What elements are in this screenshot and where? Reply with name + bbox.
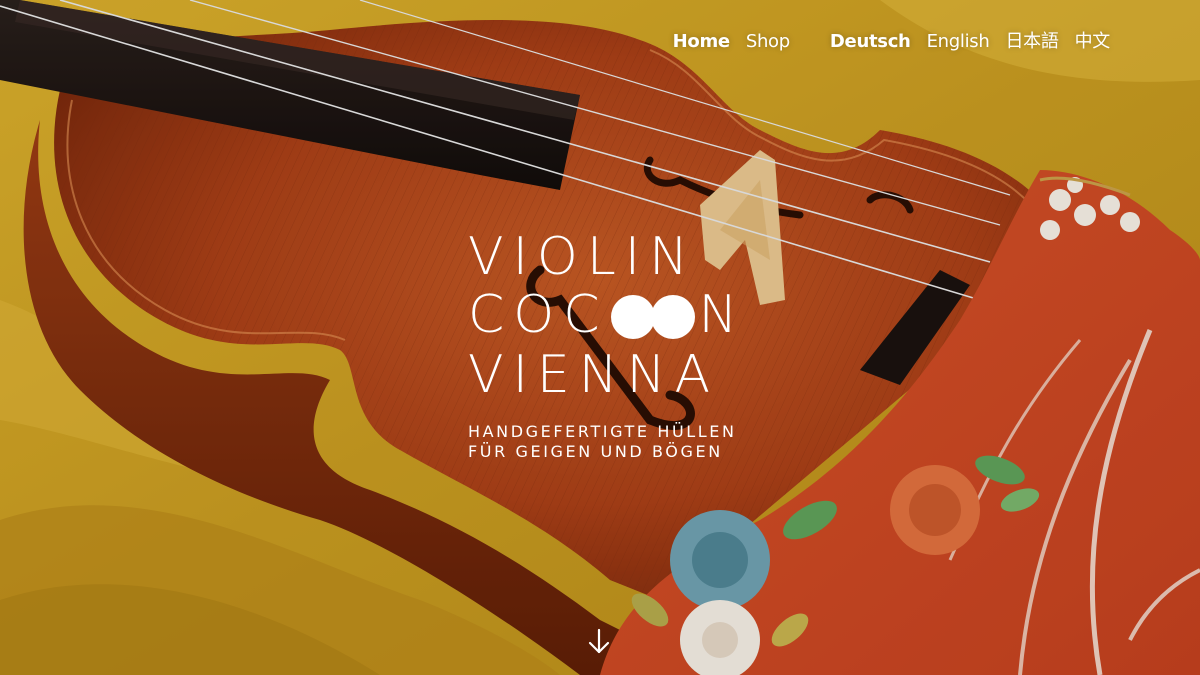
arrow-down-icon[interactable] (587, 628, 611, 656)
language-link-chinese[interactable]: 中文 (1075, 28, 1111, 56)
nav-link-home[interactable]: Home (673, 28, 731, 56)
logo-cocoon-suffix: N (698, 285, 747, 345)
logo-line-cocoon: COC N (468, 286, 746, 344)
logo-cocoon-prefix: COC (468, 285, 609, 345)
logo-line-vienna: VIENNA (468, 345, 720, 405)
logo-double-circle-mark (609, 286, 699, 344)
site-logo: VIOLIN COC N VIENNA HANDGEFERTIGTE HÜLLEN… (468, 228, 738, 468)
hero-section: Home Shop Deutsch English 日本語 中文 VIOLIN … (0, 0, 1200, 675)
logo-tagline-2: FÜR GEIGEN UND BÖGEN (468, 442, 723, 461)
logo-line-violin: VIOLIN (468, 227, 698, 287)
logo-tagline-1: HANDGEFERTIGTE HÜLLEN (468, 422, 737, 441)
language-link-english[interactable]: English (927, 28, 990, 56)
main-navigation: Home Shop Deutsch English 日本語 中文 (657, 28, 1111, 56)
language-link-japanese[interactable]: 日本語 (1005, 28, 1058, 56)
language-link-deutsch[interactable]: Deutsch (830, 28, 911, 56)
nav-link-shop[interactable]: Shop (746, 28, 790, 56)
